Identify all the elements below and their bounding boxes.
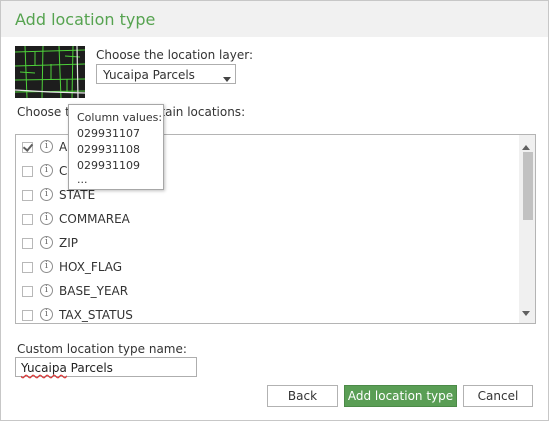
layer-thumbnail (15, 46, 85, 98)
scrollbar-thumb[interactable] (523, 152, 533, 220)
list-item[interactable]: i TAX_STATUS (22, 306, 512, 323)
dialog-title: Add location type (15, 10, 156, 29)
info-icon[interactable]: i (40, 236, 53, 249)
cancel-button[interactable]: Cancel (463, 385, 533, 407)
info-icon[interactable]: i (40, 308, 53, 321)
field-name: HOX_FLAG (59, 260, 123, 274)
tooltip-value: 029931108 (77, 143, 140, 156)
list-item[interactable]: i COMMAREA (22, 210, 512, 232)
info-icon[interactable]: i (40, 260, 53, 273)
location-type-name-input[interactable]: Yucaipa Parcels (15, 357, 197, 377)
field-checkbox[interactable] (22, 238, 33, 249)
field-name: STATE (59, 188, 96, 202)
field-checkbox[interactable] (22, 286, 33, 297)
tooltip-value: 029931107 (77, 127, 140, 140)
tooltip-header: Column values: (77, 111, 163, 124)
field-checkbox[interactable] (22, 190, 33, 201)
info-icon[interactable]: i (40, 284, 53, 297)
field-checkbox[interactable] (22, 142, 33, 153)
field-checkbox[interactable] (22, 214, 33, 225)
scroll-up-icon[interactable] (522, 139, 530, 153)
scroll-down-icon[interactable] (522, 305, 530, 319)
tooltip-value: ... (77, 173, 88, 186)
list-scrollbar[interactable] (519, 135, 535, 323)
name-input-value: Yucaipa Parcels (21, 361, 113, 375)
tooltip-value: 029931109 (77, 159, 140, 172)
back-button[interactable]: Back (267, 385, 338, 407)
add-location-type-dialog: Add location type Choose the location la… (0, 0, 549, 421)
name-label: Custom location type name: (17, 342, 187, 356)
info-icon[interactable]: i (40, 212, 53, 225)
info-icon[interactable]: i (40, 164, 53, 177)
layer-label: Choose the location layer: (96, 48, 253, 62)
layer-select-value: Yucaipa Parcels (103, 68, 195, 82)
list-item[interactable]: i BASE_YEAR (22, 282, 512, 304)
list-item[interactable]: i HOX_FLAG (22, 258, 512, 280)
field-name: BASE_YEAR (59, 284, 129, 298)
field-name: ZIP (59, 236, 78, 250)
field-checkbox[interactable] (22, 262, 33, 273)
info-icon[interactable]: i (40, 140, 53, 153)
chevron-down-icon (223, 71, 231, 85)
title-bar: Add location type (1, 1, 548, 37)
layer-select[interactable]: Yucaipa Parcels (96, 64, 236, 84)
field-checkbox[interactable] (22, 166, 33, 177)
list-item[interactable]: i ZIP (22, 234, 512, 256)
column-values-tooltip: Column values: 029931107 029931108 02993… (68, 104, 164, 190)
info-icon[interactable]: i (40, 188, 53, 201)
add-location-type-button[interactable]: Add location type (344, 385, 457, 407)
field-name: TAX_STATUS (59, 308, 133, 322)
field-name: COMMAREA (59, 212, 130, 226)
field-checkbox[interactable] (22, 310, 33, 321)
